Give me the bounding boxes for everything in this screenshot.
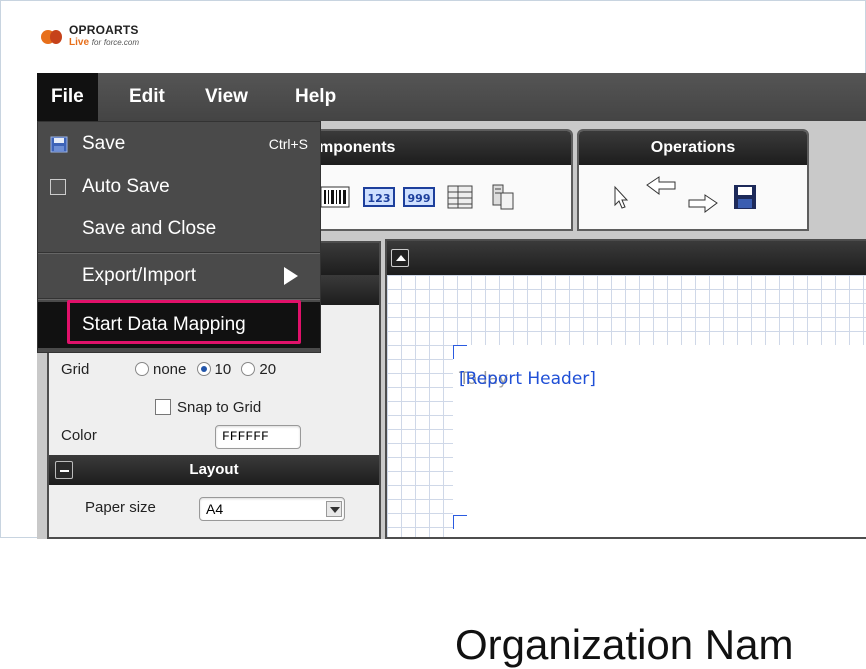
format-number-icon[interactable]: 999 <box>403 183 435 211</box>
organization-name-field[interactable]: Organization Nam <box>455 621 793 669</box>
pointer-icon[interactable] <box>605 183 637 211</box>
table-icon[interactable] <box>445 183 477 211</box>
band-corner-marker <box>453 345 467 359</box>
color-row: Color <box>61 427 97 444</box>
grid-none-radio[interactable] <box>135 362 149 376</box>
chevron-down-icon[interactable] <box>326 501 342 517</box>
save-disk-icon[interactable] <box>729 183 761 211</box>
redo-icon[interactable] <box>687 191 719 219</box>
logo-mark-icon <box>41 30 62 44</box>
undo-icon[interactable] <box>645 173 677 201</box>
canvas-header <box>387 241 866 275</box>
subreport-icon[interactable] <box>485 183 517 211</box>
layout-section-header: Layout <box>49 455 379 485</box>
menu-item-export-import[interactable]: Export/Import <box>38 255 320 297</box>
snap-row: Snap to Grid <box>155 399 261 416</box>
menu-item-save-and-close[interactable]: Save and Close <box>38 208 320 250</box>
svg-text:999: 999 <box>408 192 431 205</box>
operations-body <box>579 165 807 229</box>
window: OPROARTS Live for force.com File Edit Vi… <box>0 0 866 668</box>
grid-label: Grid <box>61 361 90 378</box>
paper-size-label: Paper size <box>85 499 156 516</box>
save-and-close-label: Save and Close <box>82 218 217 239</box>
submenu-arrow-icon <box>284 267 298 285</box>
barcode-icon[interactable] <box>319 183 351 211</box>
floppy-icon <box>50 136 68 153</box>
grid-options: none 10 20 <box>135 361 276 378</box>
menu-edit[interactable]: Edit <box>115 73 179 121</box>
auto-save-checkbox[interactable] <box>50 179 66 195</box>
layout-collapse-icon[interactable] <box>55 461 73 479</box>
canvas-grid: Today [Report Header] <box>387 275 866 537</box>
save-label: Save <box>82 133 126 154</box>
export-import-label: Export/Import <box>82 265 197 286</box>
field-corner-marker <box>453 515 467 529</box>
grid-row: Grid none 10 20 <box>61 361 276 378</box>
menu-view[interactable]: View <box>191 73 262 121</box>
menu-file[interactable]: File <box>37 73 98 121</box>
menu-help[interactable]: Help <box>281 73 350 121</box>
grid-20-label: 20 <box>259 361 277 378</box>
snap-checkbox[interactable] <box>155 399 171 415</box>
menu-separator <box>38 252 320 254</box>
report-header-label: [Report Header] <box>459 369 596 389</box>
svg-text:123: 123 <box>368 192 391 205</box>
grid-20-radio[interactable] <box>241 362 256 376</box>
report-canvas[interactable]: Today [Report Header] Organization Nam <box>385 239 866 668</box>
snap-label: Snap to Grid <box>177 399 262 416</box>
grid-10-label: 10 <box>214 361 232 378</box>
oproarts-logo: OPROARTS Live for force.com <box>41 21 221 55</box>
menu-item-auto-save[interactable]: Auto Save <box>38 166 320 208</box>
grid-none-label: none <box>153 361 187 378</box>
operations-panel: Operations <box>577 129 809 231</box>
grid-10-radio[interactable] <box>196 362 211 376</box>
paper-size-value: A4 <box>206 501 224 517</box>
logo-sub: Live for force.com <box>69 37 140 48</box>
auto-save-label: Auto Save <box>82 176 170 197</box>
collapse-up-icon[interactable] <box>391 249 409 267</box>
color-input[interactable]: FFFFFF <box>215 425 301 449</box>
layout-title: Layout <box>189 461 239 478</box>
menu-item-save[interactable]: Save Ctrl+S <box>38 123 320 165</box>
operations-title: Operations <box>579 131 807 165</box>
highlight-annotation-box <box>67 300 301 344</box>
paper-size-row: Paper size <box>85 499 156 516</box>
logo-brand: OPROARTS <box>69 23 139 37</box>
paper-size-select[interactable]: A4 <box>199 497 345 521</box>
number-field-icon[interactable]: 123 <box>363 183 395 211</box>
color-label: Color <box>61 427 97 444</box>
menu-bar: File Edit View Help <box>37 73 866 121</box>
save-shortcut: Ctrl+S <box>268 136 308 152</box>
